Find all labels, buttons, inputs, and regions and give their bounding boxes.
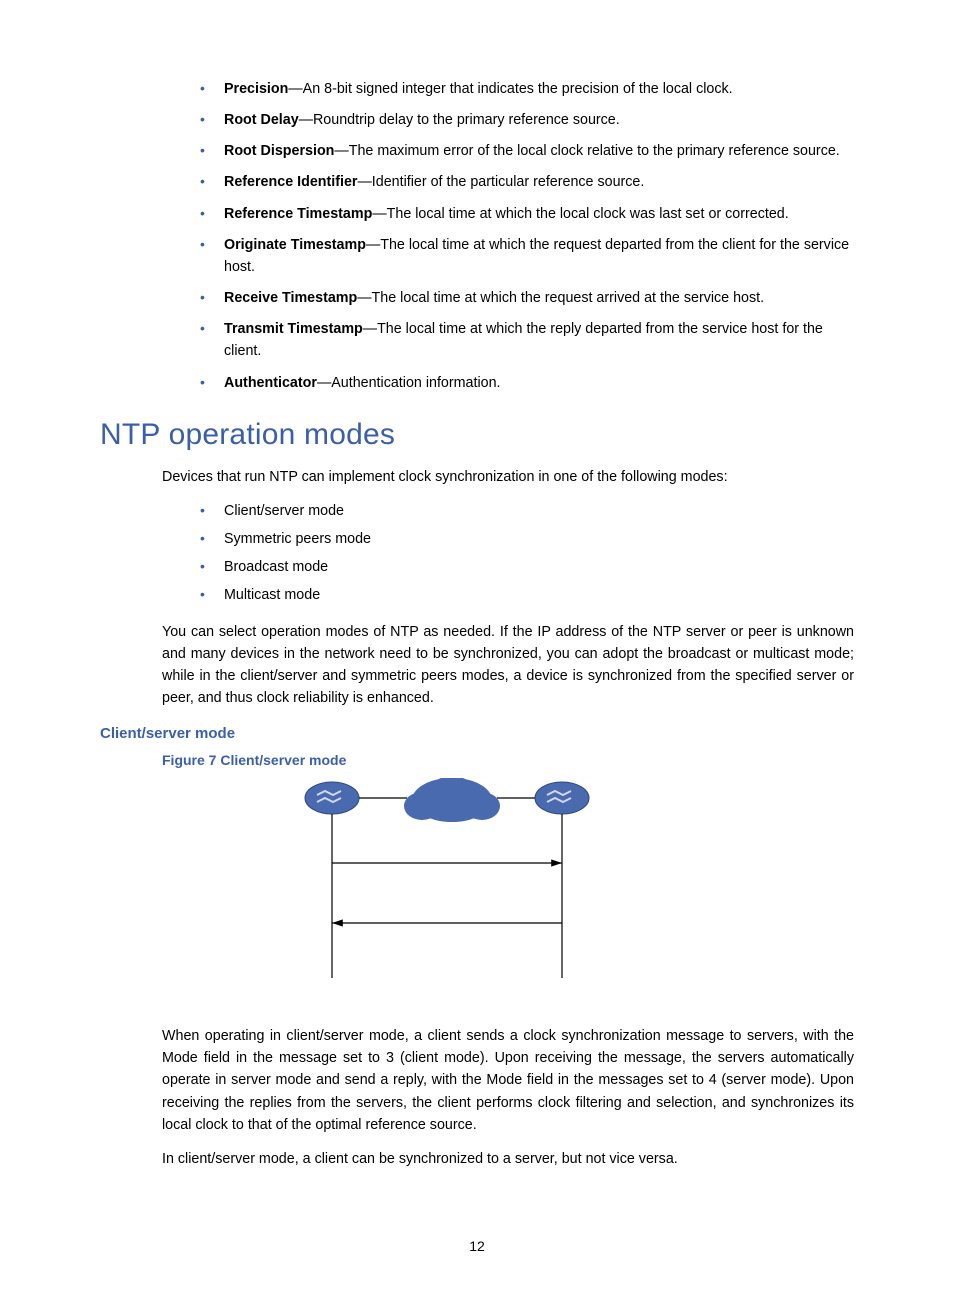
desc: —The maximum error of the local clock re… [334, 143, 839, 159]
list-item: Symmetric peers mode [200, 528, 854, 550]
ntp-field-list: Precision—An 8-bit signed integer that i… [100, 78, 854, 394]
list-item: Transmit Timestamp—The local time at whi… [200, 318, 854, 362]
list-item: Root Delay—Roundtrip delay to the primar… [200, 109, 854, 131]
network-cloud-icon [404, 778, 500, 822]
modes-note-paragraph: You can select operation modes of NTP as… [100, 621, 854, 710]
figure-caption: Figure 7 Client/server mode [162, 752, 854, 768]
client-server-paragraph-1: When operating in client/server mode, a … [100, 1025, 854, 1136]
term: Receive Timestamp [224, 290, 357, 306]
section-heading: NTP operation modes [100, 418, 854, 452]
term: Root Delay [224, 112, 299, 128]
intro-paragraph: Devices that run NTP can implement clock… [100, 466, 854, 488]
list-item: Reference Identifier—Identifier of the p… [200, 171, 854, 193]
desc: —Authentication information. [317, 375, 501, 391]
list-item: Broadcast mode [200, 556, 854, 578]
list-item: Client/server mode [200, 500, 854, 522]
term: Reference Identifier [224, 174, 357, 190]
list-item: Authenticator—Authentication information… [200, 372, 854, 394]
figure-client-server [162, 778, 854, 993]
desc: —Roundtrip delay to the primary referenc… [299, 112, 620, 128]
desc: —Identifier of the particular reference … [357, 174, 644, 190]
term: Originate Timestamp [224, 237, 366, 253]
subsection-heading: Client/server mode [100, 725, 854, 742]
term: Transmit Timestamp [224, 321, 363, 337]
term: Precision [224, 81, 288, 97]
page-number: 12 [0, 1238, 954, 1254]
list-item: Originate Timestamp—The local time at wh… [200, 234, 854, 278]
client-server-diagram [162, 778, 852, 988]
desc: —The local time at which the local clock… [372, 206, 788, 222]
desc: —The local time at which the request arr… [357, 290, 764, 306]
mode-list: Client/server mode Symmetric peers mode … [100, 500, 854, 607]
term: Reference Timestamp [224, 206, 372, 222]
list-item: Multicast mode [200, 584, 854, 606]
desc: —An 8-bit signed integer that indicates … [288, 81, 732, 97]
list-item: Root Dispersion—The maximum error of the… [200, 140, 854, 162]
term: Root Dispersion [224, 143, 334, 159]
list-item: Reference Timestamp—The local time at wh… [200, 203, 854, 225]
term: Authenticator [224, 375, 317, 391]
list-item: Receive Timestamp—The local time at whic… [200, 287, 854, 309]
list-item: Precision—An 8-bit signed integer that i… [200, 78, 854, 100]
page: Precision—An 8-bit signed integer that i… [0, 0, 954, 1296]
client-server-paragraph-2: In client/server mode, a client can be s… [100, 1148, 854, 1170]
